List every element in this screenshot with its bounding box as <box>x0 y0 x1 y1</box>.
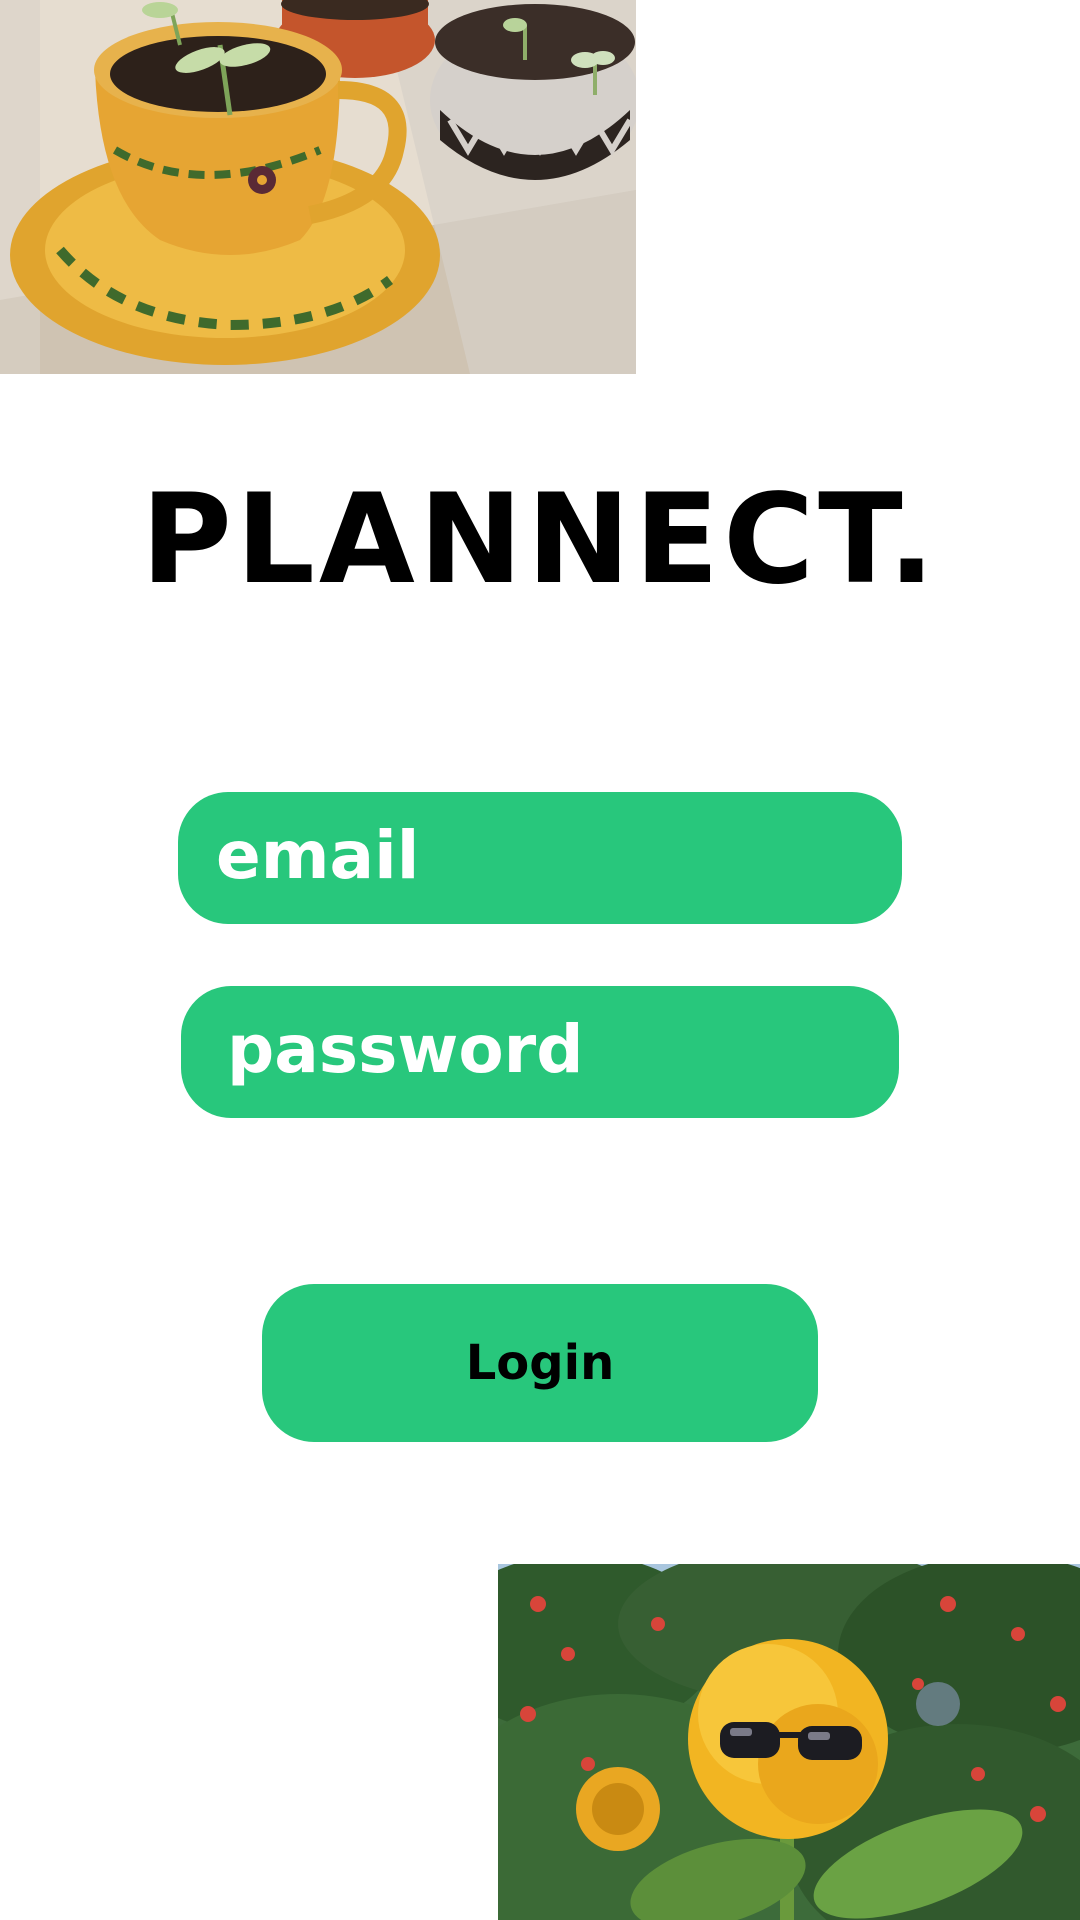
email-input[interactable] <box>216 792 902 924</box>
app-title: PLANNECT. <box>141 468 939 612</box>
seedlings-teacup-image <box>0 0 636 374</box>
login-button[interactable]: Login <box>262 1284 818 1442</box>
password-field-container <box>181 986 899 1118</box>
password-input[interactable] <box>227 986 899 1118</box>
email-field-container <box>178 792 902 924</box>
sunflower-sunglasses-image <box>498 1564 1080 1920</box>
